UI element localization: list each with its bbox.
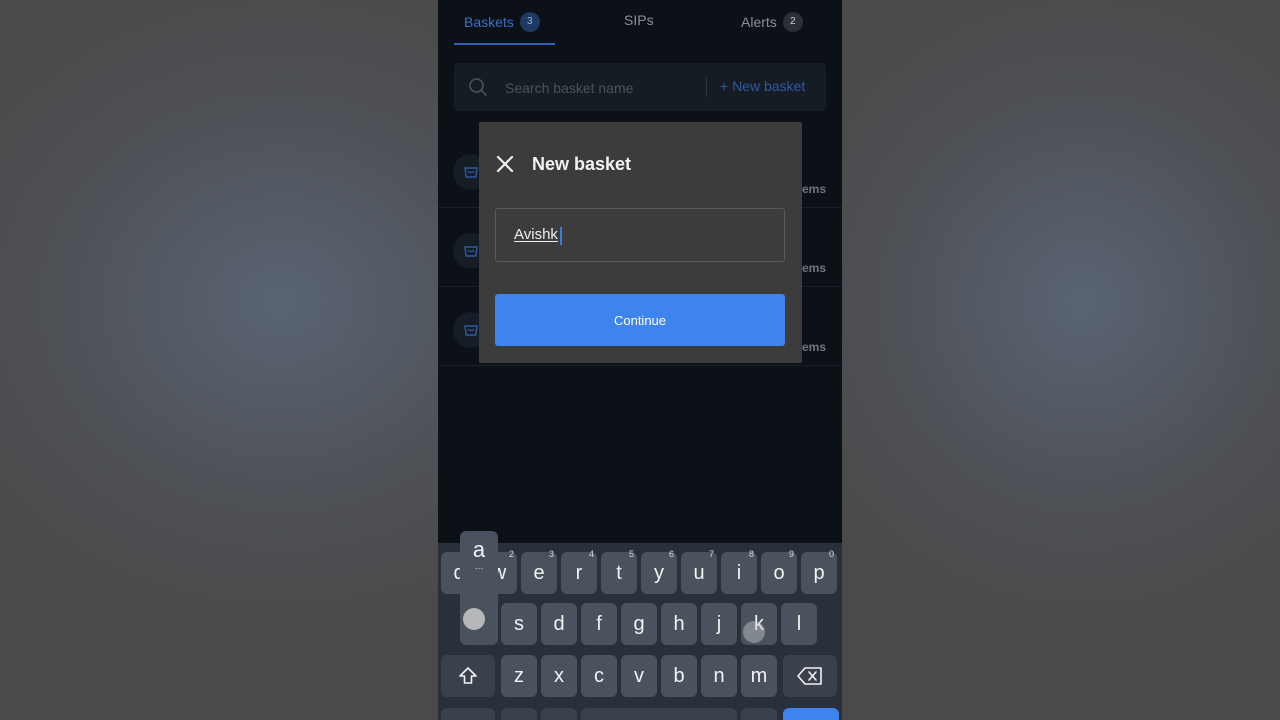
on-screen-keyboard: q1 w2 e3 r4 t5 y6 u7 i8 o9 p0 a s d f g … — [438, 531, 842, 720]
touch-indicator — [463, 608, 485, 630]
popup-more-indicator: ... — [474, 561, 484, 572]
touch-indicator — [743, 621, 765, 643]
key-t[interactable]: t5 — [601, 549, 637, 594]
key-e[interactable]: e3 — [521, 549, 557, 594]
close-icon[interactable] — [495, 154, 515, 174]
tab-label: SIPs — [624, 12, 654, 28]
text-caret — [560, 227, 562, 245]
dialog-title: New basket — [532, 154, 632, 174]
symbols-key[interactable] — [441, 708, 495, 720]
comma-key[interactable] — [501, 708, 537, 720]
space-key[interactable] — [581, 708, 737, 720]
key-x[interactable]: x — [541, 655, 577, 697]
emoji-key[interactable] — [541, 708, 577, 720]
enter-key[interactable] — [783, 708, 839, 720]
key-m[interactable]: m — [741, 655, 777, 697]
key-g[interactable]: g — [621, 603, 657, 645]
basket-item-count: ems — [801, 261, 826, 275]
key-l[interactable]: l — [781, 603, 817, 645]
basket-name-input[interactable]: Avishk — [495, 208, 785, 262]
key-c[interactable]: c — [581, 655, 617, 697]
key-u[interactable]: u7 — [681, 549, 717, 594]
popup-letter: a — [472, 537, 486, 562]
tab-label: Alerts — [741, 14, 777, 30]
shift-icon — [459, 667, 477, 684]
blurred-background — [842, 0, 1280, 720]
key-y[interactable]: y6 — [641, 549, 677, 594]
new-basket-link[interactable]: + New basket — [720, 78, 805, 94]
key-h[interactable]: h — [661, 603, 697, 645]
key-f[interactable]: f — [581, 603, 617, 645]
tab-count-badge: 3 — [519, 12, 540, 32]
key-j[interactable]: j — [701, 603, 737, 645]
basket-name-value: Avishk — [514, 226, 558, 243]
search-input[interactable] — [503, 77, 697, 99]
key-p[interactable]: p0 — [801, 549, 837, 594]
backspace-icon — [797, 667, 822, 685]
key-n[interactable]: n — [701, 655, 737, 697]
shift-key[interactable] — [441, 655, 495, 697]
tab-count-badge: 2 — [782, 12, 803, 32]
key-i[interactable]: i8 — [721, 549, 757, 594]
search-icon — [469, 78, 487, 96]
key-b[interactable]: b — [661, 655, 697, 697]
tab-label: Baskets — [464, 14, 514, 30]
key-z[interactable]: z — [501, 655, 537, 697]
continue-button[interactable]: Continue — [495, 294, 785, 346]
divider — [706, 77, 707, 97]
basket-item-count: ems — [801, 182, 826, 196]
search-bar: + New basket — [454, 63, 826, 111]
key-d[interactable]: d — [541, 603, 577, 645]
key-o[interactable]: o9 — [761, 549, 797, 594]
tab-alerts[interactable]: Alerts 2 — [741, 12, 803, 32]
tab-bar: Baskets 3 SIPs Alerts 2 — [438, 0, 842, 46]
tab-sips[interactable]: SIPs — [624, 12, 654, 28]
new-basket-dialog: New basket Avishk Continue — [479, 122, 802, 363]
tab-baskets[interactable]: Baskets 3 — [464, 12, 540, 32]
backspace-key[interactable] — [783, 655, 837, 697]
key-v[interactable]: v — [621, 655, 657, 697]
period-key[interactable] — [741, 708, 777, 720]
key-s[interactable]: s — [501, 603, 537, 645]
key-r[interactable]: r4 — [561, 549, 597, 594]
active-tab-underline — [454, 43, 555, 45]
basket-item-count: ems — [801, 340, 826, 354]
